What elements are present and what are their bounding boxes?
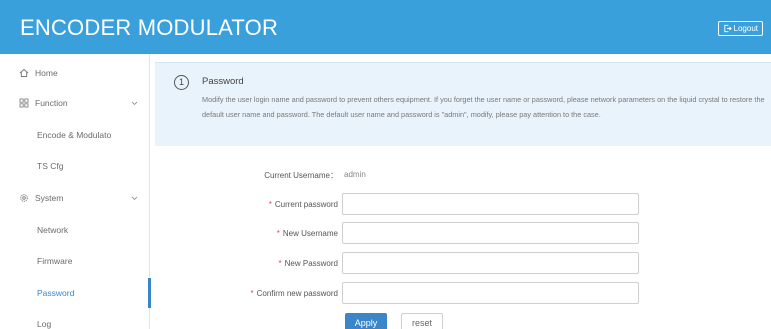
sidebar-item-system[interactable]: System [0, 183, 150, 213]
sidebar-item-home[interactable]: Home [0, 58, 150, 88]
section-description: Modify the user login name and password … [202, 95, 765, 119]
sidebar-item-label: Home [35, 68, 58, 78]
logout-label: Logout [733, 24, 758, 33]
new-username-input[interactable] [342, 222, 639, 244]
new-password-label-text: New Password [284, 259, 338, 268]
sidebar-item-log[interactable]: Log [0, 309, 150, 329]
new-password-input[interactable] [342, 252, 639, 274]
home-icon [19, 68, 29, 78]
current-password-input[interactable] [342, 193, 639, 215]
sidebar-item-label: Encode & Modulato [37, 130, 112, 140]
required-marker: * [276, 229, 280, 238]
section-title: Password [202, 76, 244, 87]
current-password-label: * Current password [170, 199, 338, 211]
new-username-label-text: New Username [282, 229, 338, 238]
gear-icon [19, 193, 29, 203]
sidebar-item-label: System [35, 193, 64, 203]
step-number-badge: 1 [174, 75, 189, 90]
sidebar-item-encode-modulator[interactable]: Encode & Modulato [0, 120, 150, 150]
info-panel: 1 Password Modify the user login name an… [155, 62, 771, 146]
logout-button[interactable]: Logout [717, 21, 763, 36]
sidebar-item-ts-cfg[interactable]: TS Cfg [0, 151, 150, 181]
new-username-label: * New Username [170, 228, 338, 240]
sidebar-item-function[interactable]: Function [0, 88, 150, 118]
sidebar-item-label: Firmware [37, 256, 73, 266]
sidebar-item-password[interactable]: Password [0, 278, 151, 308]
confirm-password-label: * Confirm new password [170, 288, 339, 300]
logout-icon [723, 24, 732, 33]
current-username-label: Current Username： [264, 171, 338, 180]
active-indicator [148, 278, 151, 308]
current-username-value: admin [344, 170, 366, 179]
chevron-down-icon [131, 101, 138, 106]
reset-button[interactable]: reset [401, 313, 443, 329]
top-header: ENCODER MODULATOR Logout [0, 0, 771, 54]
app-title: ENCODER MODULATOR [20, 15, 279, 40]
required-marker: * [268, 200, 272, 209]
confirm-password-label-text: Confirm new password [256, 289, 338, 298]
sidebar-item-label: TS Cfg [37, 161, 64, 171]
sidebar-item-firmware[interactable]: Firmware [0, 246, 150, 276]
apply-button[interactable]: Apply [345, 313, 387, 329]
sidebar-item-label: Password [37, 288, 75, 298]
grid-icon [19, 98, 29, 108]
confirm-password-input[interactable] [342, 282, 639, 304]
sidebar: Home Function Encode & Modulato TS Cfg S… [0, 54, 151, 329]
required-marker: * [250, 289, 254, 298]
current-password-label-text: Current password [274, 200, 338, 209]
sidebar-item-label: Network [37, 225, 69, 235]
sidebar-item-network[interactable]: Network [0, 215, 150, 245]
new-password-label: * New Password [170, 258, 338, 270]
chevron-down-icon [131, 196, 138, 201]
sidebar-item-label: Function [35, 98, 68, 108]
required-marker: * [278, 259, 282, 268]
sidebar-item-label: Log [37, 319, 52, 329]
